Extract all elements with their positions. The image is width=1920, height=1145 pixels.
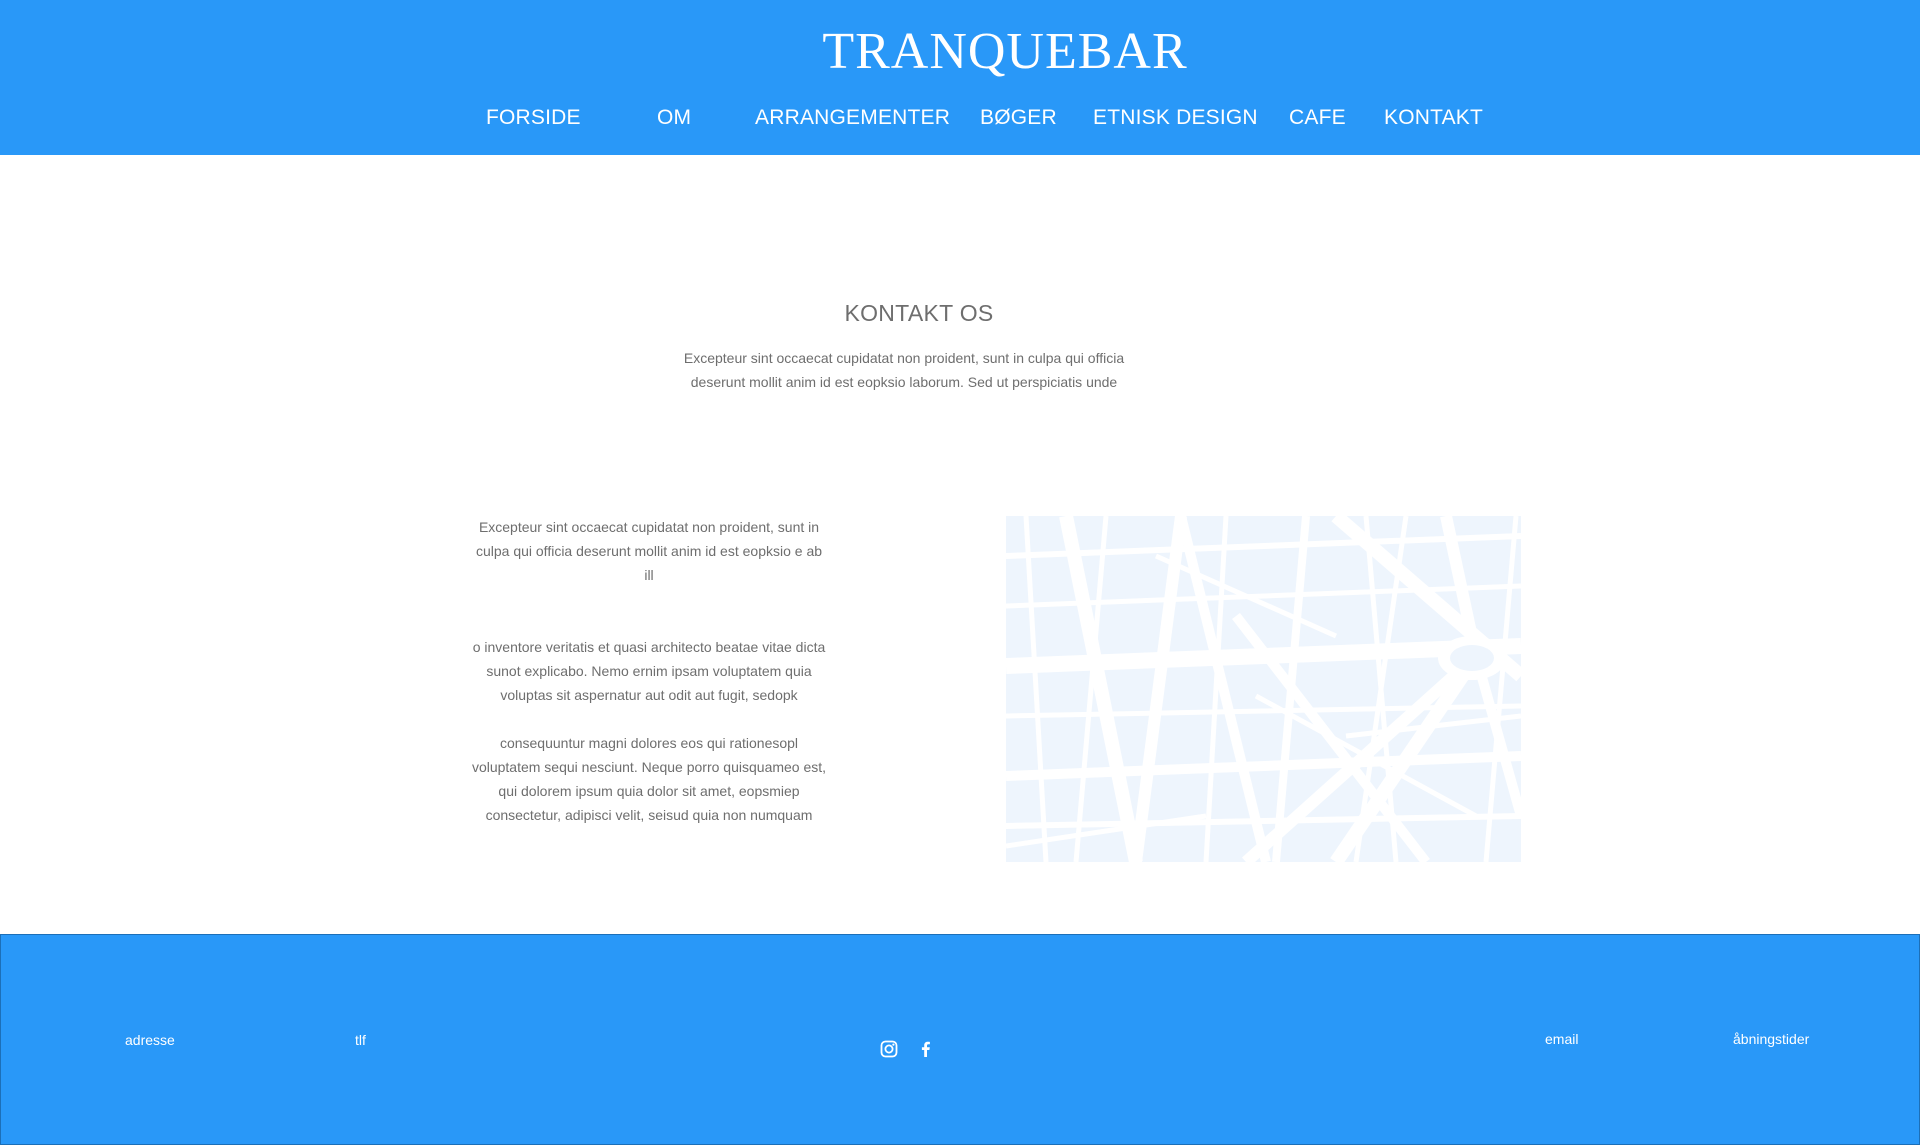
nav-item-boger[interactable]: BØGER	[980, 106, 1057, 130]
facebook-icon[interactable]	[916, 1039, 936, 1059]
nav-item-kontakt[interactable]: KONTAKT	[1384, 106, 1483, 130]
nav-item-cafe[interactable]: CAFE	[1289, 106, 1346, 130]
site-footer: adresse tlf email åbningstider	[0, 934, 1920, 1145]
contact-paragraph-1: Excepteur sint occaecat cupidatat non pr…	[475, 519, 823, 583]
nav-item-etnisk-design[interactable]: ETNISK DESIGN	[1093, 106, 1258, 130]
footer-address[interactable]: adresse	[125, 1032, 175, 1048]
contact-paragraph-3: consequuntur magni dolores eos qui ratio…	[471, 735, 827, 823]
footer-email[interactable]: email	[1545, 1031, 1578, 1047]
footer-phone[interactable]: tlf	[355, 1032, 366, 1048]
street-map-image	[1006, 516, 1521, 862]
nav-item-om[interactable]: OM	[657, 106, 691, 130]
footer-hours[interactable]: åbningstider	[1733, 1031, 1809, 1047]
nav-item-arrangementer[interactable]: ARRANGEMENTER	[755, 106, 950, 130]
site-header: TRANQUEBAR FORSIDE OM ARRANGEMENTER BØGE…	[0, 0, 1920, 155]
intro-text: Excepteur sint occaecat cupidatat non pr…	[683, 350, 1125, 390]
location-map[interactable]	[1006, 516, 1521, 862]
nav-item-forside[interactable]: FORSIDE	[486, 106, 581, 130]
page-title: KONTAKT OS	[844, 300, 994, 326]
contact-paragraph-2: o inventore veritatis et quasi architect…	[472, 639, 826, 703]
site-logo[interactable]: TRANQUEBAR	[0, 22, 1920, 81]
instagram-icon[interactable]	[879, 1039, 899, 1059]
